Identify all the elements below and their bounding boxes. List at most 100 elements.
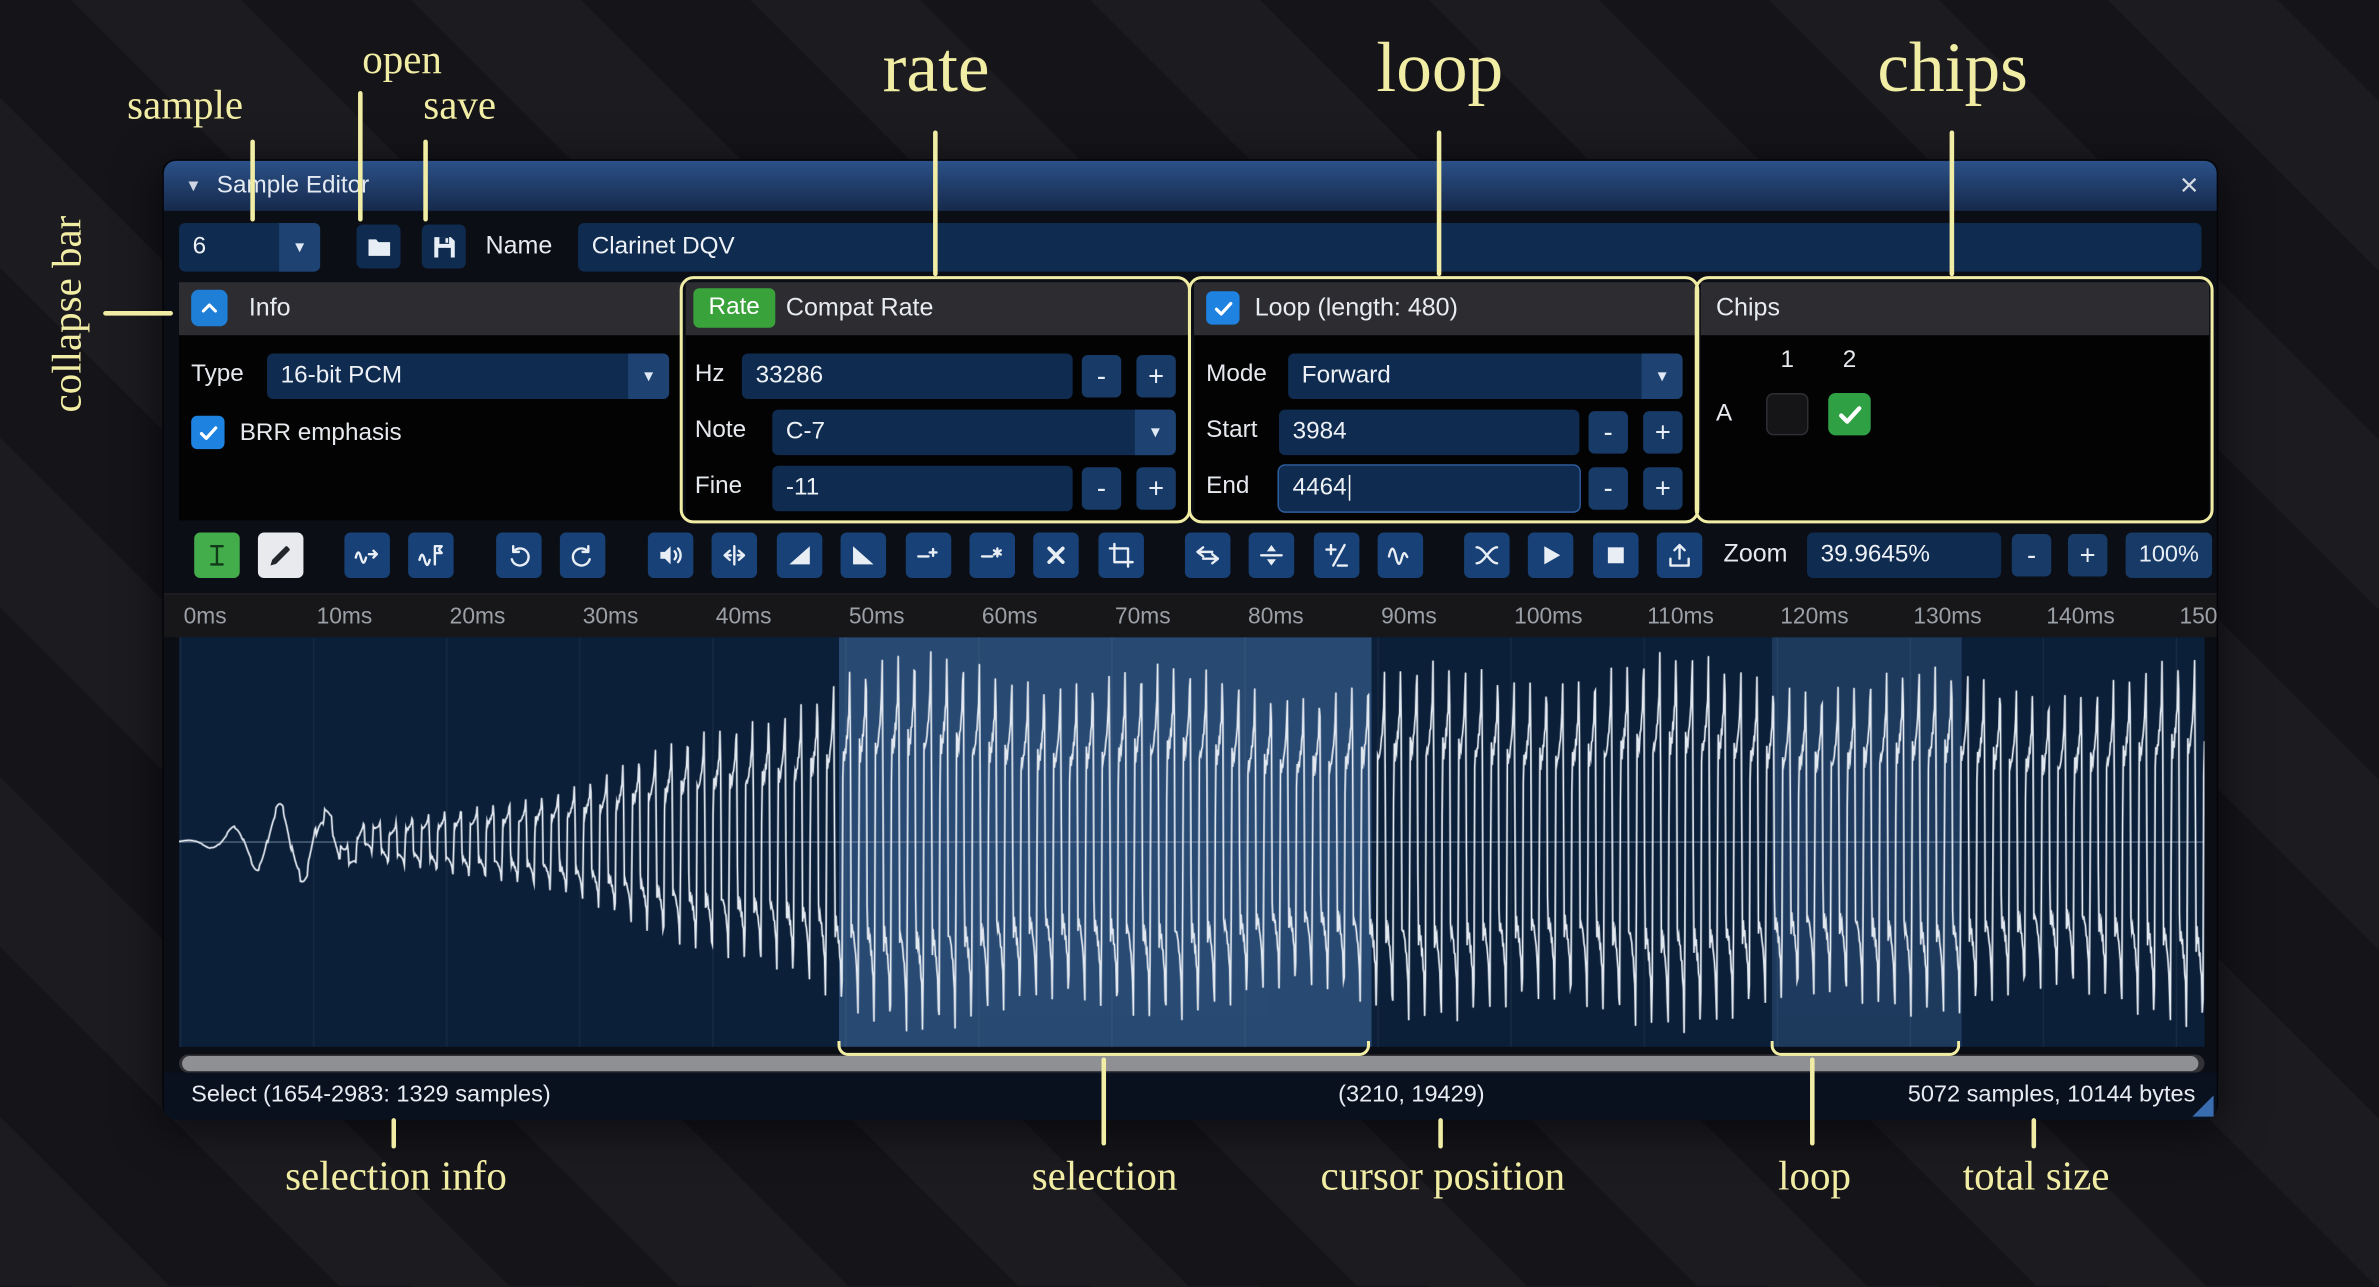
chevron-down-icon: ▼ xyxy=(1135,410,1176,456)
timeline-label: 40ms xyxy=(716,604,772,630)
window-collapse-icon[interactable]: ▼ xyxy=(185,177,202,195)
chevron-down-icon: ▼ xyxy=(1642,354,1683,400)
scrollbar-thumb[interactable] xyxy=(182,1056,2198,1071)
annotation-cursor-position: cursor position xyxy=(1297,1153,1588,1200)
zoom-input[interactable]: 39.9645% xyxy=(1807,533,2001,579)
toolbar-reverse-button[interactable] xyxy=(1185,533,1231,579)
hz-plus-button[interactable]: + xyxy=(1136,355,1175,397)
loop-start-plus-button[interactable]: + xyxy=(1643,411,1682,453)
toolbar-undo-button[interactable] xyxy=(496,533,542,579)
rate-title: Compat Rate xyxy=(786,294,934,323)
loop-end-minus-button[interactable]: - xyxy=(1589,467,1628,509)
toolbar-create-instrument-button[interactable] xyxy=(1657,533,1703,579)
fine-input[interactable]: -11 xyxy=(772,466,1072,512)
horizontal-scrollbar[interactable] xyxy=(179,1054,2204,1072)
toolbar-delete-button[interactable] xyxy=(1034,533,1080,579)
toolbar-trim-button[interactable] xyxy=(1098,533,1144,579)
loop-header: Loop (length: 480) xyxy=(1194,282,1698,335)
normalize-icon xyxy=(721,542,748,569)
toolbar-apply-silence-button[interactable] xyxy=(969,533,1015,579)
annotation-chips: chips xyxy=(1866,27,2039,109)
toolbar-invert-button[interactable] xyxy=(1249,533,1295,579)
loop-start-minus-button[interactable]: - xyxy=(1589,411,1628,453)
loop-end-input[interactable]: 4464 xyxy=(1279,466,1579,512)
timeline-ruler: 0ms10ms20ms30ms40ms50ms60ms70ms80ms90ms1… xyxy=(164,593,2217,637)
toolbar-resample-button[interactable] xyxy=(409,533,455,579)
insert-silence-icon xyxy=(914,542,941,569)
toolbar-select-tool-button[interactable] xyxy=(194,533,240,579)
crossfade-icon xyxy=(1473,542,1500,569)
titlebar[interactable]: ▼ Sample Editor × xyxy=(164,161,2217,211)
zoom-out-button[interactable]: - xyxy=(2012,534,2051,576)
toolbar-stop-preview-button[interactable] xyxy=(1593,533,1639,579)
window-title: Sample Editor xyxy=(217,172,369,199)
annotation-line-loop xyxy=(1437,130,1441,276)
note-dropdown[interactable]: C-7 ▼ xyxy=(772,410,1176,456)
waveform-display[interactable] xyxy=(179,637,2204,1047)
annotation-loop-bottom: loop xyxy=(1771,1153,1859,1200)
status-bar: Select (1654-2983: 1329 samples) (3210, … xyxy=(164,1073,2217,1120)
toolbar-sign-invert-button[interactable] xyxy=(1314,533,1360,579)
chip-column-1: 1 xyxy=(1772,347,1802,374)
toolbar-resize-button[interactable] xyxy=(344,533,390,579)
open-button[interactable] xyxy=(357,225,401,269)
toolbar-preview-button[interactable] xyxy=(1528,533,1574,579)
toolbar-fade-out-button[interactable] xyxy=(841,533,887,579)
toolbar-fade-in-button[interactable] xyxy=(776,533,822,579)
type-dropdown[interactable]: 16-bit PCM ▼ xyxy=(267,354,669,400)
timeline-label: 50ms xyxy=(849,604,905,630)
fade-in-icon xyxy=(786,542,813,569)
sample-editor-window: ▼ Sample Editor × 6 ▼ xyxy=(162,159,2218,1118)
annotation-line-sample xyxy=(250,140,254,222)
timeline-label: 100ms xyxy=(1514,604,1582,630)
toolbar-filter-button[interactable] xyxy=(1378,533,1424,579)
mode-label: Mode xyxy=(1206,361,1267,388)
chip-2-checkbox[interactable] xyxy=(1828,393,1870,435)
zoom-reset-button[interactable]: 100% xyxy=(2126,533,2212,579)
loop-mode-dropdown[interactable]: Forward ▼ xyxy=(1288,354,1682,400)
loop-bracket xyxy=(1771,1041,1961,1056)
resample-icon xyxy=(418,542,445,569)
timeline-label: 130ms xyxy=(1913,604,1981,630)
rate-section: Rate Compat Rate Hz 33286 - + Note C-7 ▼ xyxy=(686,282,1190,520)
annotation-line-selection xyxy=(1101,1057,1105,1145)
toolbar-insert-silence-button[interactable] xyxy=(905,533,951,579)
reverse-icon xyxy=(1194,542,1221,569)
type-value: 16-bit PCM xyxy=(267,363,628,390)
cursor-position-text: (3210, 19429) xyxy=(1338,1082,1484,1109)
save-button[interactable] xyxy=(422,225,466,269)
loop-end-plus-button[interactable]: + xyxy=(1643,467,1682,509)
fine-minus-button[interactable]: - xyxy=(1082,467,1121,509)
close-icon[interactable]: × xyxy=(2180,168,2199,204)
trim-icon xyxy=(1107,542,1134,569)
toolbar-draw-tool-button[interactable] xyxy=(259,533,305,579)
rate-header: Rate Compat Rate xyxy=(686,282,1190,335)
text-caret xyxy=(1348,475,1350,501)
sample-selector[interactable]: 6 ▼ xyxy=(179,223,320,272)
info-body: Type 16-bit PCM ▼ BRR emphasis xyxy=(179,335,683,520)
hz-minus-button[interactable]: - xyxy=(1082,355,1121,397)
chip-1-checkbox[interactable] xyxy=(1766,393,1808,435)
annotation-selection: selection xyxy=(1018,1153,1191,1200)
annotation-line-cursor-position xyxy=(1438,1118,1442,1148)
rate-badge[interactable]: Rate xyxy=(693,288,775,327)
toolbar-crossfade-button[interactable] xyxy=(1464,533,1510,579)
waveform-canvas[interactable] xyxy=(179,637,2204,1047)
chevron-down-icon: ▼ xyxy=(279,223,320,272)
hz-input[interactable]: 33286 xyxy=(742,354,1073,400)
loop-checkbox[interactable] xyxy=(1206,291,1239,324)
chip-row-label: A xyxy=(1716,401,1732,428)
resize-grip[interactable] xyxy=(2192,1095,2213,1116)
loop-section: Loop (length: 480) Mode Forward ▼ Start … xyxy=(1194,282,1698,520)
toolbar-normalize-button[interactable] xyxy=(712,533,758,579)
type-label: Type xyxy=(191,361,244,388)
brr-emphasis-checkbox[interactable] xyxy=(191,416,224,449)
toolbar-redo-button[interactable] xyxy=(560,533,606,579)
zoom-in-button[interactable]: + xyxy=(2068,534,2107,576)
collapse-bar-button[interactable] xyxy=(191,290,227,326)
fine-plus-button[interactable]: + xyxy=(1136,467,1175,509)
amplify-icon xyxy=(657,542,684,569)
name-input[interactable]: Clarinet DQV xyxy=(578,223,2201,272)
loop-start-input[interactable]: 3984 xyxy=(1279,410,1579,456)
toolbar-amplify-button[interactable] xyxy=(648,533,694,579)
